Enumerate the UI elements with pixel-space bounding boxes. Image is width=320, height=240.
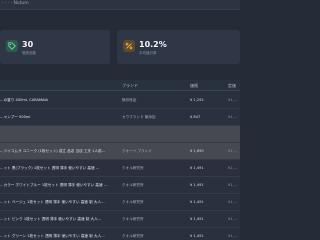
app-title: · · · · Nutum — [2, 1, 29, 6]
cell-name: …ット 黒(ブラック) 1枚セット 透明 薄手 使いやすい 高速 … — [0, 166, 100, 170]
table-row[interactable]: …ット グリーン 1枚セット 透明 薄手 使いやすい 高速 制 大人… クオル研… — [0, 228, 240, 240]
cell-brand: クオル研究所 — [122, 183, 144, 187]
cell-brand: クオル研究所 — [122, 234, 144, 238]
product-table: ブランド 価格 定価 …の香り 400ml, CARAMAIA 無印良品 ¥ 1… — [0, 80, 240, 240]
table-row[interactable]: …ャンプー 500ml カウブランド 無添加 ¥ 847 ¥1,... — [0, 109, 240, 126]
cell-price: ¥ 1,491 — [190, 217, 204, 221]
table-row[interactable]: …ット ベージュ 1枚セット 透明 薄手 使いやすい 高速 制 大人… クオル研… — [0, 194, 240, 211]
top-bar: · · · · Nutum — [0, 0, 240, 10]
cell-brand: 無印良品 — [122, 98, 137, 102]
cell-name: …の香り 400ml, CARAMAIA — [0, 98, 49, 102]
table-row-spacer — [0, 126, 240, 143]
stat-label: 登録品数 — [22, 51, 36, 55]
stat-card-discount: 10.2% 平均値引率 — [117, 30, 240, 64]
cell-price: ¥ 1,491 — [190, 234, 204, 238]
cell-price: ¥ 1,292 — [190, 98, 204, 102]
header-list-price[interactable]: 定価 — [228, 83, 236, 89]
table-row[interactable]: …カラー ホワイトブルー 1枚セット 透明 薄手 使いやすい 高速 … クオル研… — [0, 177, 240, 194]
cell-brand: クオル研究所 — [122, 217, 144, 221]
cell-list-price: ¥1,... — [228, 98, 238, 102]
stat-value: 30 — [22, 40, 34, 49]
cell-name: …ット ピンク 1枚セット 透明 薄手 使いやすい 高速 制 大人… — [0, 217, 102, 221]
tag-icon — [6, 40, 18, 52]
table-row[interactable]: …ット ピンク 1枚セット 透明 薄手 使いやすい 高速 制 大人… クオル研究… — [0, 211, 240, 228]
cell-name: …ツイコムサ ユニーク (1枚セット) 成立 品名 当店 工夫 1人前… — [0, 149, 106, 153]
cell-price: ¥ 1,690 — [190, 149, 204, 153]
cell-price: ¥ 1,491 — [190, 183, 204, 187]
cell-name: …カラー ホワイトブルー 1枚セット 透明 薄手 使いやすい 高速 … — [0, 183, 108, 187]
cell-name: …ャンプー 500ml — [0, 115, 31, 119]
stat-card-items: 30 登録品数 — [0, 30, 110, 64]
cell-list-price: ¥1,... — [228, 166, 238, 170]
cell-brand: カウブランド 無添加 — [122, 115, 156, 119]
cell-list-price: ¥1,... — [228, 115, 238, 119]
stat-value: 10.2% — [139, 40, 167, 49]
cell-brand: クオル研究所 — [122, 166, 144, 170]
cell-name: …ット ベージュ 1枚セット 透明 薄手 使いやすい 高速 制 大人… — [0, 200, 105, 204]
percent-icon — [123, 40, 135, 52]
cell-price: ¥ 1,491 — [190, 166, 204, 170]
table-row-selected[interactable]: …ツイコムサ ユニーク (1枚セット) 成立 品名 当店 工夫 1人前… クオー… — [0, 143, 240, 160]
cell-list-price: ¥1,... — [228, 200, 238, 204]
header-price[interactable]: 価格 — [190, 83, 198, 89]
cell-list-price: ¥1,... — [228, 217, 238, 221]
cell-brand: クオル研究所 — [122, 200, 144, 204]
cell-list-price: ¥1,... — [228, 183, 238, 187]
header-brand[interactable]: ブランド — [122, 83, 138, 89]
table-header: ブランド 価格 定価 — [0, 80, 240, 91]
cell-list-price: ¥1,... — [228, 234, 238, 238]
table-row[interactable]: …の香り 400ml, CARAMAIA 無印良品 ¥ 1,292 ¥1,... — [0, 92, 240, 109]
cell-name: …ット グリーン 1枚セット 透明 薄手 使いやすい 高速 制 大人… — [0, 234, 105, 238]
cell-price: ¥ 847 — [190, 115, 201, 119]
cell-list-price: ¥1,... — [228, 149, 238, 153]
stat-label: 平均値引率 — [139, 51, 157, 55]
cell-brand: クオーツ ブランド — [122, 149, 152, 153]
cell-price: ¥ 1,491 — [190, 200, 204, 204]
table-row[interactable]: …ット 黒(ブラック) 1枚セット 透明 薄手 使いやすい 高速 … クオル研究… — [0, 160, 240, 177]
